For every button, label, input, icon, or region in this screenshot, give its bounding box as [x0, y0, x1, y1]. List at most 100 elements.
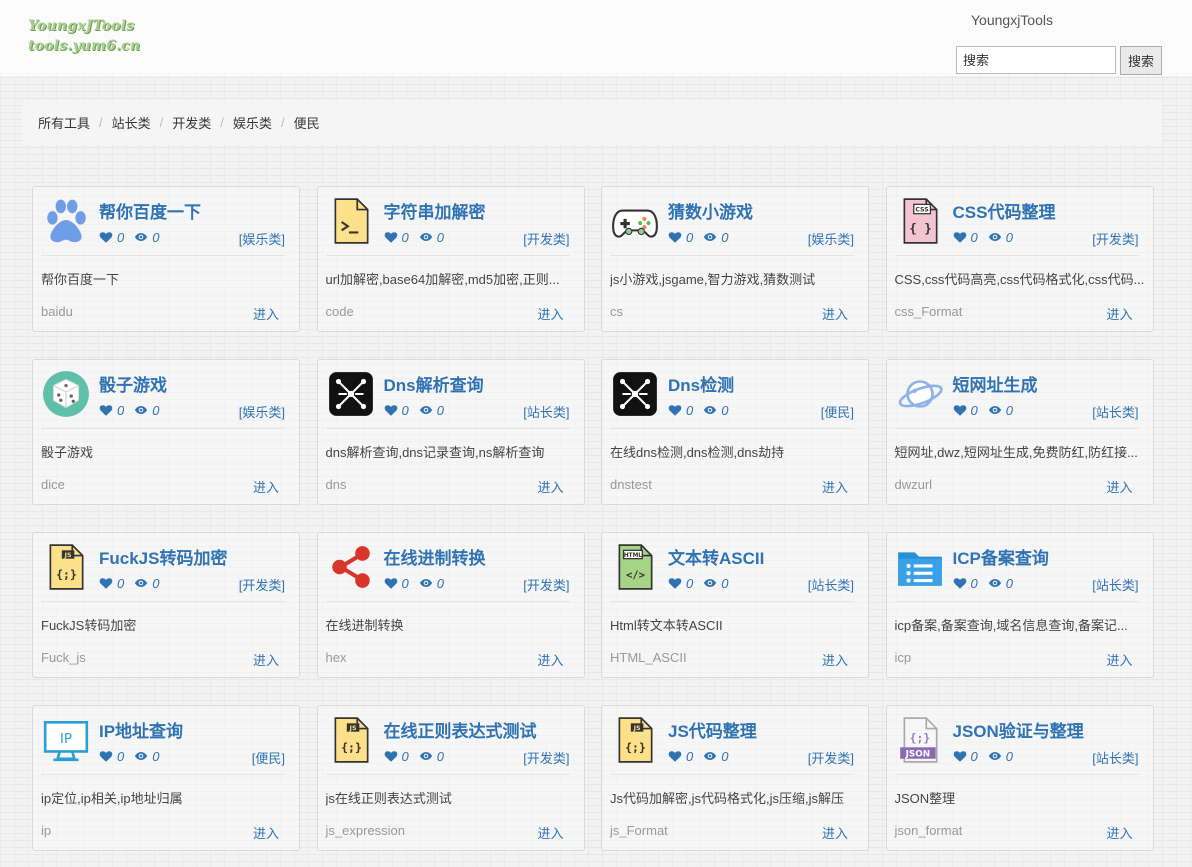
js-file-icon[interactable]: JS {;}: [41, 542, 91, 592]
tool-category-link[interactable]: [站长类]: [1092, 748, 1138, 767]
enter-link[interactable]: 进入: [822, 477, 848, 496]
tool-category-link[interactable]: [开发类]: [808, 748, 854, 767]
tool-title[interactable]: 文本转ASCII: [668, 544, 764, 569]
enter-link[interactable]: 进入: [1106, 304, 1132, 323]
enter-link[interactable]: 进入: [537, 304, 563, 323]
tool-card[interactable]: ICP备案查询 0 0 [站长类] icp备案,备案查询,域名信息查询,备案记... ic…: [885, 532, 1154, 678]
enter-link[interactable]: 进入: [253, 477, 279, 496]
tool-card[interactable]: IP IP地址查询 0 0 [便民] ip定位,ip相关,ip地址归属 ip 进入: [32, 705, 300, 851]
site-logo[interactable]: YoungxJTools tools.yum6.cn: [28, 16, 140, 56]
heart-icon[interactable]: [953, 749, 967, 763]
heart-icon[interactable]: [384, 403, 398, 417]
breadcrumb-item[interactable]: 娱乐类: [233, 113, 272, 132]
tool-title[interactable]: ICP备案查询: [953, 544, 1049, 569]
enter-link[interactable]: 进入: [537, 650, 563, 669]
tool-category-link[interactable]: [站长类]: [523, 402, 569, 421]
terminal-file-icon[interactable]: [326, 196, 376, 246]
heart-icon[interactable]: [99, 576, 113, 590]
tool-category-link[interactable]: [开发类]: [523, 748, 569, 767]
tool-category-link[interactable]: [便民]: [821, 402, 854, 421]
tool-title[interactable]: JS代码整理: [668, 717, 757, 742]
tool-category-link[interactable]: [开发类]: [523, 229, 569, 248]
heart-icon[interactable]: [668, 749, 682, 763]
tool-card[interactable]: 字符串加解密 0 0 [开发类] url加解密,base64加解密,md5加密,正则..…: [316, 186, 585, 332]
tool-category-link[interactable]: [娱乐类]: [239, 402, 285, 421]
tool-title[interactable]: CSS代码整理: [953, 198, 1056, 223]
enter-link[interactable]: 进入: [253, 823, 279, 842]
tool-category-link[interactable]: [开发类]: [1092, 229, 1138, 248]
enter-link[interactable]: 进入: [253, 304, 279, 323]
tool-title[interactable]: 猜数小游戏: [668, 198, 753, 223]
heart-icon[interactable]: [953, 403, 967, 417]
tool-card[interactable]: {;} JSON JSON验证与整理 0 0 [站长类] JSON整理 json_format…: [885, 705, 1154, 851]
dice-icon[interactable]: [41, 369, 91, 419]
tool-title[interactable]: 帮你百度一下: [99, 198, 201, 223]
tool-card[interactable]: Dns解析查询 0 0 [站长类] dns解析查询,dns记录查询,ns解析查询 dns 进…: [316, 359, 585, 505]
baidu-paw-icon[interactable]: [41, 196, 91, 246]
enter-link[interactable]: 进入: [822, 823, 848, 842]
tool-card[interactable]: JS {;} 在线正则表达式测试 0 0 [开发类] js在线正则表达式测试 js_expre…: [316, 705, 585, 851]
enter-link[interactable]: 进入: [1106, 650, 1132, 669]
heart-icon[interactable]: [99, 403, 113, 417]
breadcrumb-item[interactable]: 所有工具: [38, 113, 90, 132]
tool-category-link[interactable]: [开发类]: [523, 575, 569, 594]
share-nodes-icon[interactable]: [326, 542, 376, 592]
tool-category-link[interactable]: [站长类]: [1092, 575, 1138, 594]
breadcrumb-item[interactable]: 站长类: [112, 113, 151, 132]
tool-category-link[interactable]: [便民]: [252, 748, 285, 767]
heart-icon[interactable]: [953, 576, 967, 590]
tool-category-link[interactable]: [娱乐类]: [239, 229, 285, 248]
enter-link[interactable]: 进入: [537, 823, 563, 842]
enter-link[interactable]: 进入: [1106, 477, 1132, 496]
planet-icon[interactable]: [895, 369, 945, 419]
heart-icon[interactable]: [953, 230, 967, 244]
tool-title[interactable]: IP地址查询: [99, 717, 183, 742]
tool-category-link[interactable]: [娱乐类]: [808, 229, 854, 248]
tool-card[interactable]: 帮你百度一下 0 0 [娱乐类] 帮你百度一下 baidu 进入: [32, 186, 300, 332]
enter-link[interactable]: 进入: [537, 477, 563, 496]
enter-link[interactable]: 进入: [1106, 823, 1132, 842]
js-file-icon[interactable]: JS {;}: [326, 715, 376, 765]
tool-title[interactable]: JSON验证与整理: [953, 717, 1084, 742]
ip-monitor-icon[interactable]: IP: [41, 715, 91, 765]
heart-icon[interactable]: [99, 230, 113, 244]
tool-title[interactable]: 字符串加解密: [384, 198, 486, 223]
heart-icon[interactable]: [384, 576, 398, 590]
enter-link[interactable]: 进入: [822, 304, 848, 323]
enter-link[interactable]: 进入: [822, 650, 848, 669]
search-button[interactable]: 搜索: [1120, 46, 1162, 75]
tool-card[interactable]: CSS{ } CSS代码整理 0 0 [开发类] CSS,css代码高亮,css代码格式化…: [885, 186, 1154, 332]
tool-category-link[interactable]: [站长类]: [1092, 402, 1138, 421]
tool-title[interactable]: 在线进制转换: [384, 544, 486, 569]
tool-category-link[interactable]: [站长类]: [808, 575, 854, 594]
tool-title[interactable]: FuckJS转码加密: [99, 544, 227, 569]
tool-title[interactable]: 短网址生成: [953, 371, 1038, 396]
tool-card[interactable]: 在线进制转换 0 0 [开发类] 在线进制转换 hex 进入: [316, 532, 585, 678]
breadcrumb-item[interactable]: 开发类: [172, 113, 211, 132]
tool-category-link[interactable]: [开发类]: [239, 575, 285, 594]
heart-icon[interactable]: [668, 576, 682, 590]
tool-card[interactable]: Dns检测 0 0 [便民] 在线dns检测,dns检测,dns劫持 dnstest 进入: [601, 359, 869, 505]
tool-title[interactable]: 在线正则表达式测试: [384, 717, 537, 742]
gamepad-icon[interactable]: [610, 196, 660, 246]
heart-icon[interactable]: [384, 230, 398, 244]
search-input[interactable]: [956, 46, 1116, 74]
list-folder-icon[interactable]: [895, 542, 945, 592]
heart-icon[interactable]: [384, 749, 398, 763]
js-file-icon[interactable]: JS {;}: [610, 715, 660, 765]
breadcrumb-item[interactable]: 便民: [294, 113, 320, 132]
heart-icon[interactable]: [668, 230, 682, 244]
enter-link[interactable]: 进入: [253, 650, 279, 669]
tool-card[interactable]: HTML </> 文本转ASCII 0 0 [站长类] Html转文本转ASCII HTML_…: [601, 532, 869, 678]
tool-title[interactable]: Dns解析查询: [384, 371, 484, 396]
tool-card[interactable]: JS {;} FuckJS转码加密 0 0 [开发类] FuckJS转码加密 Fuck_js 进…: [32, 532, 300, 678]
tool-card[interactable]: 短网址生成 0 0 [站长类] 短网址,dwz,短网址生成,免费防红,防红接... dwz…: [885, 359, 1154, 505]
tool-card[interactable]: 骰子游戏 0 0 [娱乐类] 骰子游戏 dice 进入: [32, 359, 300, 505]
tool-card[interactable]: JS {;} JS代码整理 0 0 [开发类] Js代码加解密,js代码格式化,js压缩,j…: [601, 705, 869, 851]
network-icon[interactable]: [610, 369, 660, 419]
html-file-icon[interactable]: HTML </>: [610, 542, 660, 592]
tool-title[interactable]: 骰子游戏: [99, 371, 167, 396]
css-file-icon[interactable]: CSS { }: [895, 196, 945, 246]
heart-icon[interactable]: [668, 403, 682, 417]
heart-icon[interactable]: [99, 749, 113, 763]
